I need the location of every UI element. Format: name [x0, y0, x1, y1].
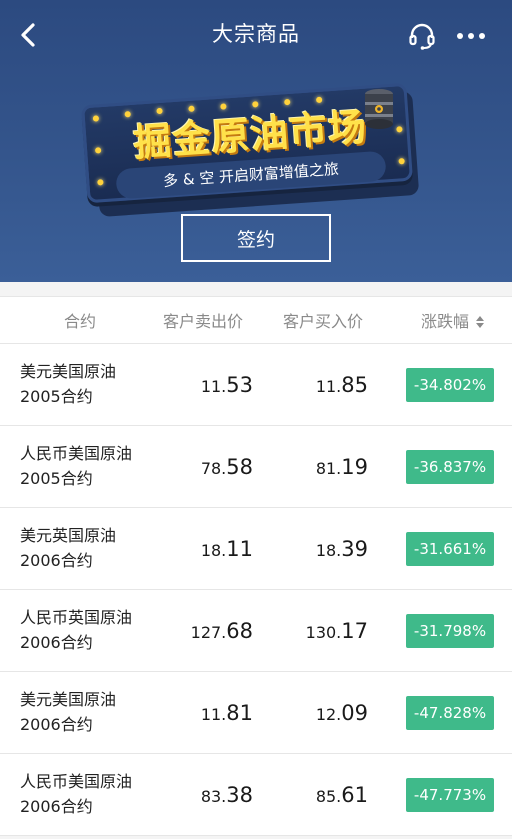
headset-icon	[409, 23, 435, 50]
buy-price: 12.09	[248, 699, 368, 729]
promo-sign: 掘金原油市场 多 & 空 开启财富增值之旅	[74, 80, 434, 218]
column-header-buy-price: 客户买入价	[283, 312, 364, 331]
buy-price-dec: 09	[341, 701, 368, 725]
table-row[interactable]: 美元美国原油 2006合约 11.81 12.09 -47.828%	[0, 672, 512, 754]
nav-bar: 大宗商品	[0, 0, 512, 70]
table-row[interactable]: 人民币美国原油 2005合约 78.58 81.19 -36.837%	[0, 426, 512, 508]
hero-banner: 大宗商品 掘金原油市场 多 & 空 开启财富增值之旅 签约	[0, 0, 512, 282]
table-row[interactable]: 美元美国原油 2005合约 11.53 11.85 -34.802%	[0, 344, 512, 426]
sort-icon	[476, 315, 485, 328]
buy-price-int: 11.	[315, 377, 342, 396]
buy-price-dec: 39	[341, 537, 368, 561]
table-row[interactable]: 人民币美国原油 2006合约 83.38 85.61 -47.773%	[0, 754, 512, 836]
change-badge: -34.802%	[406, 368, 494, 402]
sell-price-int: 127.	[190, 623, 227, 642]
buy-price: 81.19	[248, 453, 368, 483]
buy-price-int: 85.	[315, 787, 342, 806]
column-header-change-sort[interactable]: 涨跌幅	[421, 311, 485, 333]
change-badge: -47.828%	[406, 696, 494, 730]
buy-price: 85.61	[248, 781, 368, 811]
buy-price-dec: 17	[341, 619, 368, 643]
more-dots-icon	[457, 33, 485, 39]
buy-price-int: 12.	[315, 705, 342, 724]
sell-price: 11.81	[133, 699, 253, 729]
sell-price-int: 11.	[200, 377, 227, 396]
buy-price: 18.39	[248, 535, 368, 565]
change-badge: -31.798%	[406, 614, 494, 648]
buy-price: 11.85	[248, 371, 368, 401]
bulb	[97, 179, 104, 186]
bulb	[398, 158, 405, 165]
change-badge: -47.773%	[406, 778, 494, 812]
customer-service-button[interactable]	[406, 20, 438, 52]
buy-price-dec: 85	[341, 373, 368, 397]
more-button[interactable]	[452, 20, 492, 52]
sell-price: 83.38	[133, 781, 253, 811]
sell-price: 18.11	[133, 535, 253, 565]
table-row[interactable]: 人民币英国原油 2006合约 127.68 130.17 -31.798%	[0, 590, 512, 672]
sell-price-int: 11.	[200, 705, 227, 724]
sell-price-int: 18.	[200, 541, 227, 560]
sign-contract-button[interactable]: 签约	[181, 214, 331, 262]
sell-price-int: 83.	[200, 787, 227, 806]
sell-price-int: 78.	[200, 459, 227, 478]
column-header-change-label: 涨跌幅	[421, 312, 470, 331]
table-header: 合约 客户卖出价 客户买入价 涨跌幅	[0, 296, 512, 344]
sell-price: 78.58	[133, 453, 253, 483]
buy-price-int: 81.	[315, 459, 342, 478]
buy-price: 130.17	[248, 617, 368, 647]
sell-price: 11.53	[133, 371, 253, 401]
column-header-sell-price: 客户卖出价	[163, 312, 244, 331]
quotes-table: 合约 客户卖出价 客户买入价 涨跌幅 美元美国原油 2005合约 11.53 1…	[0, 296, 512, 836]
change-badge: -36.837%	[406, 450, 494, 484]
change-badge: -31.661%	[406, 532, 494, 566]
buy-price-int: 130.	[305, 623, 342, 642]
table-row[interactable]: 美元英国原油 2006合约 18.11 18.39 -31.661%	[0, 508, 512, 590]
column-header-contract: 合约	[64, 312, 97, 331]
buy-price-int: 18.	[315, 541, 342, 560]
oil-barrel-icon	[365, 89, 393, 129]
buy-price-dec: 19	[341, 455, 368, 479]
sell-price: 127.68	[133, 617, 253, 647]
buy-price-dec: 61	[341, 783, 368, 807]
